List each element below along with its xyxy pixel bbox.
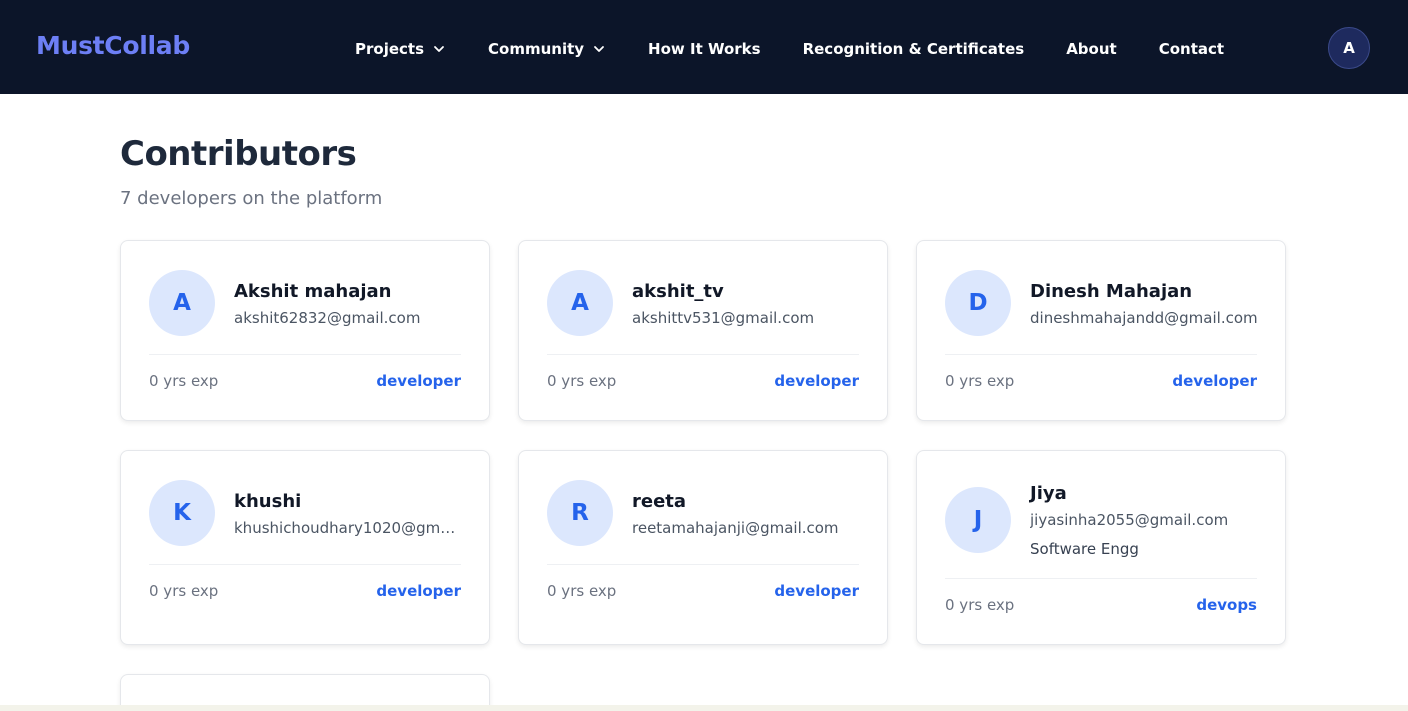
contributor-card[interactable]: A akshit_tv akshittv531@gmail.com 0 yrs … [518,240,888,421]
contributor-email: akshittv531@gmail.com [632,309,815,327]
contributor-role-link[interactable]: devops [1196,596,1257,614]
brand-logo[interactable]: MustCollab [36,31,190,60]
contributor-avatar: J [945,487,1011,553]
contributor-role-link[interactable]: developer [376,582,461,600]
contributor-experience: 0 yrs exp [149,372,219,390]
contributor-role-link[interactable]: developer [1172,372,1257,390]
nav-item-contact[interactable]: Contact [1159,40,1224,58]
nav-item-label: How It Works [648,40,761,58]
contributor-card[interactable]: K khushi khushichoudhary1020@gmail.com 0… [120,450,490,645]
contributor-avatar: R [547,480,613,546]
contributor-job-title: Software Engg [1030,540,1139,558]
contributor-name: reeta [632,491,687,512]
nav-item-label: About [1066,40,1117,58]
contributor-experience: 0 yrs exp [945,596,1015,614]
nav-item-recognition[interactable]: Recognition & Certificates [803,40,1025,58]
contributor-experience: 0 yrs exp [945,372,1015,390]
card-divider [149,354,461,355]
chevron-down-icon [434,46,444,52]
page-subtitle: 7 developers on the platform [120,188,383,209]
card-divider [945,354,1257,355]
contributor-email: reetamahajanji@gmail.com [632,519,839,537]
nav-item-label: Projects [355,40,425,58]
contributor-role-link[interactable]: developer [774,372,859,390]
contributor-role-link[interactable]: developer [376,372,461,390]
nav-item-community[interactable]: Community [488,40,606,58]
contributor-name: Jiya [1030,483,1067,504]
contributor-card[interactable]: A Akshit mahajan akshit62832@gmail.com 0… [120,240,490,421]
contributor-card[interactable]: R reeta reetamahajanji@gmail.com 0 yrs e… [518,450,888,645]
nav-item-label: Community [488,40,585,58]
contributor-avatar: K [149,480,215,546]
nav-item-about[interactable]: About [1066,40,1117,58]
nav-item-label: Recognition & Certificates [802,40,1025,58]
contributor-avatar: D [945,270,1011,336]
contributor-email: khushichoudhary1020@gmail.com [234,519,462,537]
contributor-experience: 0 yrs exp [547,582,617,600]
contributor-name: akshit_tv [632,281,724,302]
contributor-email: akshit62832@gmail.com [234,309,421,327]
contributor-experience: 0 yrs exp [149,582,219,600]
contributor-email: jiyasinha2055@gmail.com [1030,511,1229,529]
card-divider [945,578,1257,579]
contributor-role-link[interactable]: developer [774,582,859,600]
contributor-email: dineshmahajandd@gmail.com [1030,309,1258,327]
user-avatar-button[interactable]: A [1328,27,1370,69]
top-navbar: MustCollab Projects Community How It Wor… [0,0,1408,94]
contributor-name: Dinesh Mahajan [1030,281,1193,302]
contributor-card[interactable]: J Jiya jiyasinha2055@gmail.com Software … [916,450,1286,645]
card-divider [547,564,859,565]
main-nav: Projects Community How It Works Recognit… [355,38,1224,60]
contributor-name: Akshit mahajan [234,281,392,302]
contributor-experience: 0 yrs exp [547,372,617,390]
contributor-avatar: A [547,270,613,336]
page-title: Contributors [120,134,357,174]
nav-item-how-it-works[interactable]: How It Works [648,40,761,58]
contributor-card[interactable]: D Dinesh Mahajan dineshmahajandd@gmail.c… [916,240,1286,421]
contributor-name: khushi [234,491,302,512]
chevron-down-icon [594,46,604,52]
page-footer-edge [0,705,1408,711]
contributor-avatar: A [149,270,215,336]
card-divider [149,564,461,565]
nav-item-label: Contact [1158,40,1225,58]
nav-item-projects[interactable]: Projects [355,40,446,58]
card-divider [547,354,859,355]
